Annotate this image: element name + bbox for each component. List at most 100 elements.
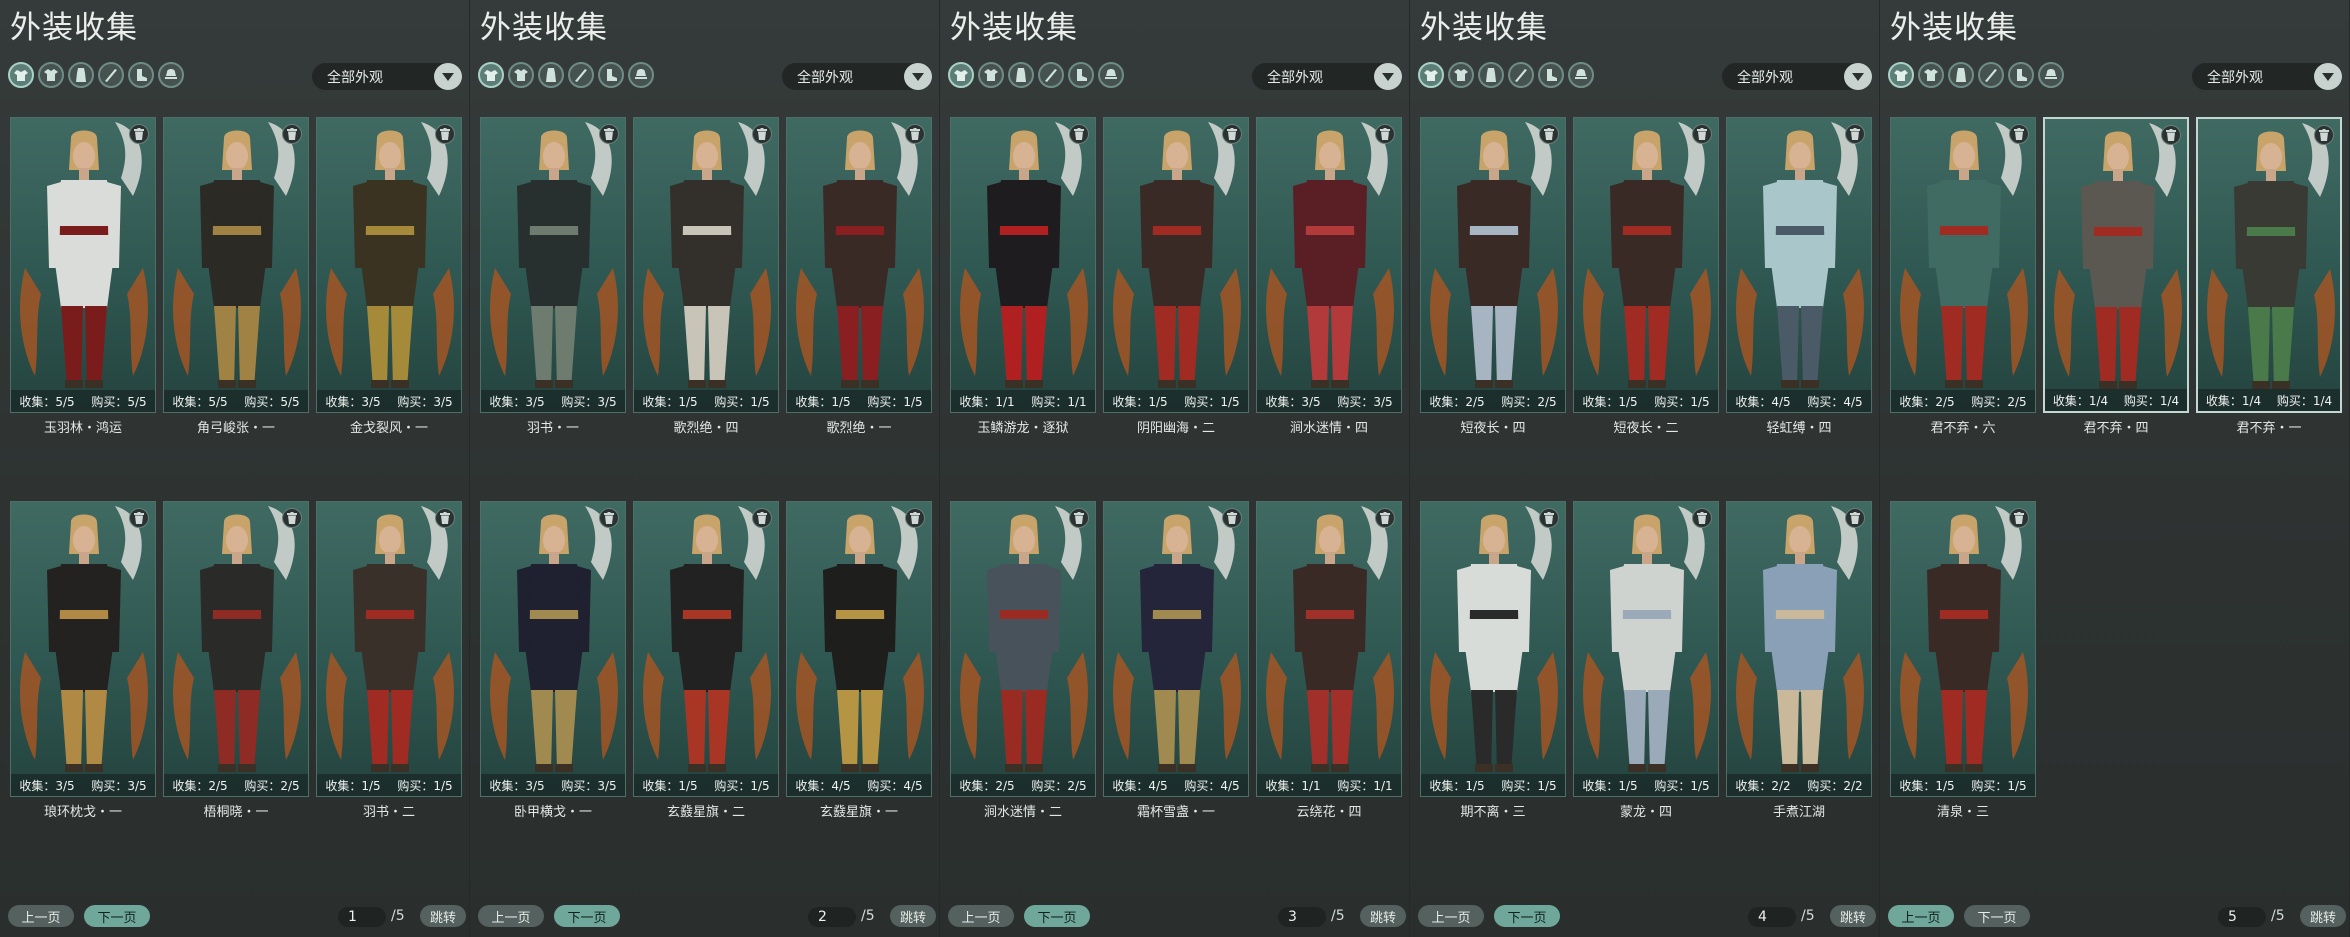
boots-icon[interactable] <box>598 62 624 88</box>
jump-button[interactable]: 跳转 <box>890 905 936 927</box>
trash-icon[interactable] <box>905 124 925 144</box>
outfit-preview[interactable]: 收集：1/5 购买：1/5 <box>786 117 932 413</box>
top-icon[interactable] <box>978 62 1004 88</box>
outfit-card[interactable]: 收集：1/5 购买：1/5 期不离・三 <box>1420 501 1566 820</box>
outfit-preview[interactable]: 收集：3/5 购买：3/5 <box>480 117 626 413</box>
outfit-card[interactable]: 收集：1/5 购买：1/5 短夜长・二 <box>1573 117 1719 436</box>
outfit-preview[interactable]: 收集：1/5 购买：1/5 <box>1573 501 1719 797</box>
next-page-button[interactable]: 下一页 <box>1494 905 1560 927</box>
outfit-card[interactable]: 收集：1/5 购买：1/5 清泉・三 <box>1890 501 2036 820</box>
robe-icon[interactable] <box>1478 62 1504 88</box>
weapon-icon[interactable] <box>98 62 124 88</box>
top-icon[interactable] <box>1918 62 1944 88</box>
outfit-preview[interactable]: 收集：4/5 购买：4/5 <box>1726 117 1872 413</box>
jump-button[interactable]: 跳转 <box>420 905 466 927</box>
outfit-preview[interactable]: 收集：3/5 购买：3/5 <box>10 501 156 797</box>
page-number-input[interactable]: 4 <box>1748 907 1796 927</box>
trash-icon[interactable] <box>2009 124 2029 144</box>
trash-icon[interactable] <box>1222 124 1242 144</box>
outfit-card[interactable]: 收集：3/5 购买：3/5 卧甲横戈・一 <box>480 501 626 820</box>
outfit-card[interactable]: 收集：2/2 购买：2/2 手煮江湖 <box>1726 501 1872 820</box>
trash-icon[interactable] <box>752 508 772 528</box>
trash-icon[interactable] <box>599 124 619 144</box>
outfit-preview[interactable]: 收集：2/5 购买：2/5 <box>950 501 1096 797</box>
trash-icon[interactable] <box>1222 508 1242 528</box>
outfit-card[interactable]: 收集：3/5 购买：3/5 琅环枕戈・一 <box>10 501 156 820</box>
outfit-card[interactable]: 收集：1/1 购买：1/1 玉鳞游龙・逐狱 <box>950 117 1096 436</box>
trash-icon[interactable] <box>2161 125 2181 145</box>
weapon-icon[interactable] <box>1978 62 2004 88</box>
trash-icon[interactable] <box>905 508 925 528</box>
robe-icon[interactable] <box>1008 62 1034 88</box>
weapon-icon[interactable] <box>568 62 594 88</box>
outfit-card[interactable]: 收集：1/5 购买：1/5 蒙龙・四 <box>1573 501 1719 820</box>
robe-icon[interactable] <box>538 62 564 88</box>
outfit-preview[interactable]: 收集：2/5 购买：2/5 <box>1890 117 2036 413</box>
prev-page-button[interactable]: 上一页 <box>478 905 544 927</box>
trash-icon[interactable] <box>435 124 455 144</box>
all-outfits-icon[interactable] <box>8 62 34 88</box>
hat-icon[interactable] <box>1098 62 1124 88</box>
outfit-preview[interactable]: 收集：1/4 购买：1/4 <box>2043 117 2189 413</box>
outfit-preview[interactable]: 收集：1/1 购买：1/1 <box>1256 501 1402 797</box>
prev-page-button[interactable]: 上一页 <box>1418 905 1484 927</box>
boots-icon[interactable] <box>1068 62 1094 88</box>
outfit-preview[interactable]: 收集：1/5 购买：1/5 <box>633 117 779 413</box>
outfit-card[interactable]: 收集：1/5 购买：1/5 歌烈绝・四 <box>633 117 779 436</box>
outfit-card[interactable]: 收集：1/4 购买：1/4 君不弃・四 <box>2043 117 2189 436</box>
outfit-preview[interactable]: 收集：1/5 购买：1/5 <box>1103 117 1249 413</box>
boots-icon[interactable] <box>128 62 154 88</box>
chevron-down-icon[interactable] <box>904 63 932 90</box>
trash-icon[interactable] <box>1692 508 1712 528</box>
hat-icon[interactable] <box>1568 62 1594 88</box>
robe-icon[interactable] <box>68 62 94 88</box>
weapon-icon[interactable] <box>1038 62 1064 88</box>
trash-icon[interactable] <box>752 124 772 144</box>
prev-page-button[interactable]: 上一页 <box>8 905 74 927</box>
next-page-button[interactable]: 下一页 <box>554 905 620 927</box>
trash-icon[interactable] <box>1375 124 1395 144</box>
appearance-filter-dropdown[interactable]: 全部外观 <box>782 63 932 90</box>
page-number-input[interactable]: 3 <box>1278 907 1326 927</box>
outfit-preview[interactable]: 收集：4/5 购买：4/5 <box>786 501 932 797</box>
outfit-card[interactable]: 收集：4/5 购买：4/5 霜杯雪盏・一 <box>1103 501 1249 820</box>
outfit-preview[interactable]: 收集：3/5 购买：3/5 <box>480 501 626 797</box>
chevron-down-icon[interactable] <box>434 63 462 90</box>
trash-icon[interactable] <box>1069 124 1089 144</box>
trash-icon[interactable] <box>599 508 619 528</box>
next-page-button[interactable]: 下一页 <box>1024 905 1090 927</box>
outfit-card[interactable]: 收集：2/5 购买：2/5 涧水迷情・二 <box>950 501 1096 820</box>
hat-icon[interactable] <box>628 62 654 88</box>
chevron-down-icon[interactable] <box>1844 63 1872 90</box>
outfit-preview[interactable]: 收集：1/5 购买：1/5 <box>1890 501 2036 797</box>
page-number-input[interactable]: 1 <box>338 907 386 927</box>
outfit-preview[interactable]: 收集：5/5 购买：5/5 <box>10 117 156 413</box>
outfit-card[interactable]: 收集：2/5 购买：2/5 短夜长・四 <box>1420 117 1566 436</box>
outfit-card[interactable]: 收集：2/5 购买：2/5 梧桐晓・一 <box>163 501 309 820</box>
trash-icon[interactable] <box>1069 508 1089 528</box>
page-number-input[interactable]: 5 <box>2218 907 2266 927</box>
appearance-filter-dropdown[interactable]: 全部外观 <box>312 63 462 90</box>
trash-icon[interactable] <box>1375 508 1395 528</box>
trash-icon[interactable] <box>1692 124 1712 144</box>
appearance-filter-dropdown[interactable]: 全部外观 <box>1722 63 1872 90</box>
outfit-preview[interactable]: 收集：1/5 购买：1/5 <box>316 501 462 797</box>
all-outfits-icon[interactable] <box>478 62 504 88</box>
trash-icon[interactable] <box>435 508 455 528</box>
jump-button[interactable]: 跳转 <box>2300 905 2346 927</box>
top-icon[interactable] <box>1448 62 1474 88</box>
trash-icon[interactable] <box>1539 508 1559 528</box>
appearance-filter-dropdown[interactable]: 全部外观 <box>2192 63 2342 90</box>
trash-icon[interactable] <box>282 124 302 144</box>
outfit-card[interactable]: 收集：5/5 购买：5/5 角弓峻张・一 <box>163 117 309 436</box>
all-outfits-icon[interactable] <box>1888 62 1914 88</box>
outfit-card[interactable]: 收集：1/5 购买：1/5 玄鼗星旗・二 <box>633 501 779 820</box>
trash-icon[interactable] <box>2314 125 2334 145</box>
trash-icon[interactable] <box>129 508 149 528</box>
boots-icon[interactable] <box>2008 62 2034 88</box>
jump-button[interactable]: 跳转 <box>1830 905 1876 927</box>
outfit-card[interactable]: 收集：5/5 购买：5/5 玉羽林・鸿运 <box>10 117 156 436</box>
outfit-card[interactable]: 收集：1/4 购买：1/4 君不弃・一 <box>2196 117 2342 436</box>
trash-icon[interactable] <box>1845 124 1865 144</box>
next-page-button[interactable]: 下一页 <box>1964 905 2030 927</box>
